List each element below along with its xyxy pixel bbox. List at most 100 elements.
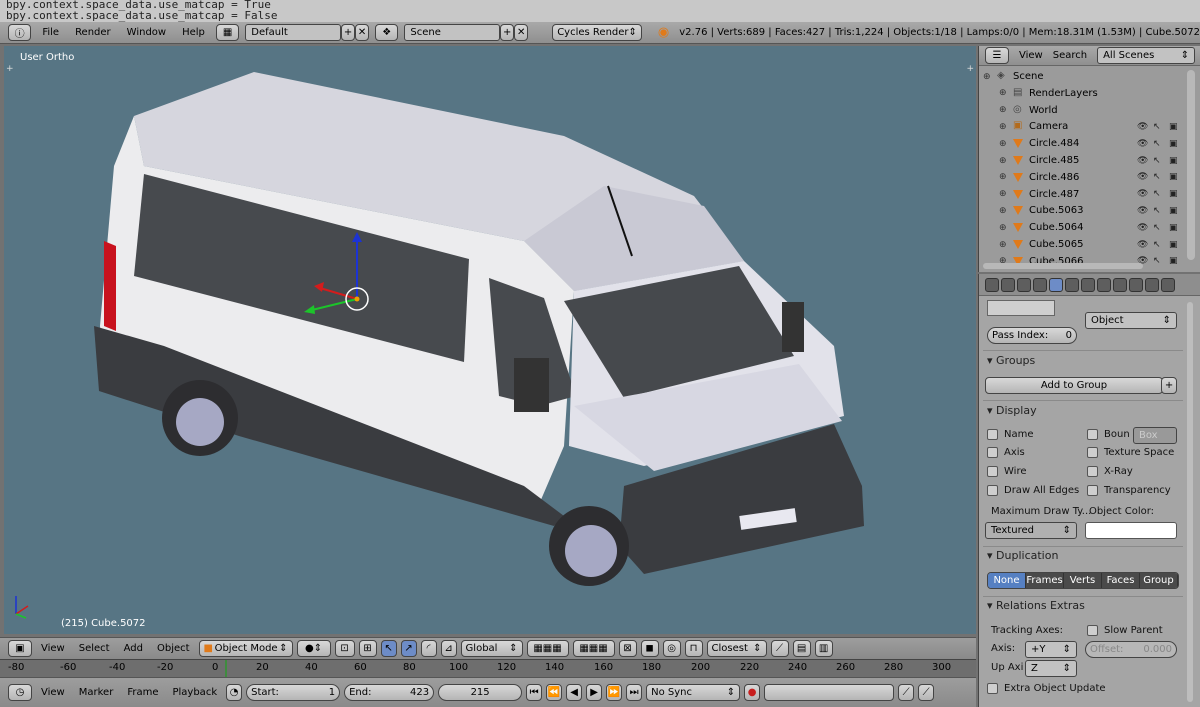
- cursor-select-icon[interactable]: ↖: [1153, 122, 1161, 132]
- duplication-panel-header[interactable]: ▾ Duplication: [987, 549, 1058, 562]
- eye-icon[interactable]: 👁: [1137, 156, 1148, 166]
- object-color-swatch[interactable]: [1085, 522, 1177, 539]
- preview-range-icon[interactable]: ◔: [226, 684, 243, 701]
- layout-remove-button[interactable]: ✕: [355, 24, 370, 41]
- render-toggle-icon[interactable]: ▣: [1169, 189, 1178, 199]
- eye-icon[interactable]: 👁: [1137, 122, 1148, 132]
- scene-icon[interactable]: ❖: [375, 24, 399, 41]
- play-button[interactable]: ▶: [586, 684, 603, 701]
- outliner-item[interactable]: ⊕ ◈ Scene: [979, 68, 1191, 85]
- cursor-select-icon[interactable]: ↖: [1153, 206, 1161, 216]
- eye-icon[interactable]: 👁: [1137, 223, 1148, 233]
- outliner-item[interactable]: ⊕ Circle.487 👁 ↖ ▣: [979, 186, 1191, 203]
- layout-field[interactable]: Default: [245, 24, 342, 41]
- menu-view[interactable]: View: [36, 687, 70, 698]
- layers-grid[interactable]: [987, 300, 1055, 316]
- track-axis-dropdown[interactable]: +Y ⇕: [1025, 641, 1077, 658]
- outliner-hscrollbar[interactable]: [983, 263, 1143, 269]
- outliner-item[interactable]: ⊕ Circle.485 👁 ↖ ▣: [979, 152, 1191, 169]
- bounds-checkbox[interactable]: Boun: [1087, 429, 1130, 440]
- expand-toggle-icon[interactable]: ⊕: [999, 172, 1007, 182]
- render-engine-dropdown[interactable]: Cycles Render ⇕: [552, 24, 642, 41]
- keyframe-delete-icon[interactable]: ⟋: [918, 684, 935, 701]
- expand-toggle-icon[interactable]: ⊕: [999, 105, 1007, 115]
- transparency-checkbox[interactable]: Transparency: [1087, 485, 1171, 496]
- menu-file[interactable]: File: [37, 27, 64, 38]
- layers-grid-2[interactable]: ▦▦▦: [572, 640, 615, 657]
- tab-object-icon[interactable]: [1049, 277, 1063, 292]
- duplication-frames-option[interactable]: Frames: [1026, 573, 1064, 588]
- render-toggle-icon[interactable]: ▣: [1169, 139, 1178, 149]
- keyframe-insert-icon[interactable]: ⟋: [898, 684, 915, 701]
- expand-toggle-icon[interactable]: ⊕: [999, 223, 1007, 233]
- outliner-item[interactable]: ⊕ Cube.5065 👁 ↖ ▣: [979, 236, 1191, 253]
- menu-view[interactable]: View: [36, 643, 70, 654]
- xray-checkbox[interactable]: X-Ray: [1087, 466, 1133, 477]
- van-model[interactable]: [4, 46, 976, 634]
- render-toggle-icon[interactable]: ▣: [1169, 156, 1178, 166]
- tab-constraints-icon[interactable]: [1065, 277, 1079, 292]
- up-axis-dropdown[interactable]: Z ⇕: [1025, 660, 1077, 677]
- translate-toggle[interactable]: ↗: [400, 640, 417, 657]
- slow-parent-checkbox[interactable]: Slow Parent: [1087, 625, 1163, 636]
- render-toggle-icon[interactable]: ▣: [1169, 240, 1178, 250]
- display-mode-dropdown[interactable]: All Scenes ⇕: [1097, 47, 1196, 64]
- expand-toggle-icon[interactable]: ⊕: [999, 122, 1007, 132]
- expand-toggle-icon[interactable]: ⊕: [983, 72, 991, 82]
- sync-dropdown[interactable]: No Sync ⇕: [646, 684, 741, 701]
- opengl-render-icon[interactable]: ▤: [792, 640, 811, 657]
- duplication-none-option[interactable]: None: [988, 573, 1026, 588]
- menu-render[interactable]: Render: [70, 27, 116, 38]
- record-button[interactable]: ●: [744, 684, 761, 701]
- outliner-scrollbar[interactable]: [1187, 70, 1195, 260]
- wire-checkbox[interactable]: Wire: [987, 466, 1027, 477]
- shading-dropdown[interactable]: ●⇕: [296, 640, 331, 657]
- tab-particles-icon[interactable]: [1145, 277, 1159, 292]
- outliner-item[interactable]: ⊕ ▣ Camera 👁 ↖ ▣: [979, 118, 1191, 135]
- pass-index-field[interactable]: Pass Index: 0: [987, 327, 1077, 344]
- expand-toggle-icon[interactable]: ⊕: [999, 88, 1007, 98]
- scene-remove-button[interactable]: ✕: [514, 24, 529, 41]
- cursor-select-icon[interactable]: ↖: [1153, 156, 1161, 166]
- relations-extras-panel-header[interactable]: ▾ Relations Extras: [987, 599, 1085, 612]
- end-frame-field[interactable]: End: 423: [344, 684, 435, 701]
- mode-dropdown[interactable]: ■ Object Mode ⇕: [198, 640, 293, 657]
- duplication-group-option[interactable]: Group: [1140, 573, 1178, 588]
- cursor-select-icon[interactable]: ↖: [1153, 172, 1161, 182]
- tab-render-icon[interactable]: [985, 277, 999, 292]
- tab-texture-icon[interactable]: [1129, 277, 1143, 292]
- cursor-select-icon[interactable]: ↖: [1153, 223, 1161, 233]
- opengl-anim-icon[interactable]: ▥: [814, 640, 833, 657]
- eye-icon[interactable]: 👁: [1137, 240, 1148, 250]
- editor-type-button[interactable]: ▣: [8, 640, 32, 657]
- max-draw-type-dropdown[interactable]: Textured ⇕: [985, 522, 1077, 539]
- tab-material-icon[interactable]: [1113, 277, 1127, 292]
- extra-object-update-checkbox[interactable]: Extra Object Update: [987, 683, 1106, 694]
- add-group-plus-button[interactable]: +: [1161, 377, 1177, 394]
- outliner-item[interactable]: ⊕ ◎ World: [979, 102, 1191, 119]
- lock-icon[interactable]: ⊠: [618, 640, 637, 657]
- cursor-select-icon[interactable]: ↖: [1153, 139, 1161, 149]
- outliner-item[interactable]: ⊕ Circle.486 👁 ↖ ▣: [979, 169, 1191, 186]
- render-toggle-icon[interactable]: ▣: [1169, 256, 1178, 264]
- snap-target-dropdown[interactable]: Closest ⇕: [706, 640, 767, 657]
- 3d-viewport[interactable]: User Ortho + + (215) Cube.5072: [4, 46, 976, 634]
- timeline-ruler[interactable]: -80 -60 -40 -20 0 20 40 60 80 100 120 14…: [0, 659, 976, 678]
- menu-search[interactable]: Search: [1053, 50, 1087, 61]
- properties-scrollbar[interactable]: [1187, 302, 1193, 702]
- start-frame-field[interactable]: Start: 1: [246, 684, 341, 701]
- info-editor-type-button[interactable]: ⓘ: [8, 24, 32, 41]
- cursor-select-icon[interactable]: ↖: [1153, 256, 1161, 264]
- layers-grid-1[interactable]: ▦▦▦: [526, 640, 569, 657]
- expand-toggle-icon[interactable]: ⊕: [999, 189, 1007, 199]
- groups-panel-header[interactable]: ▾ Groups: [987, 354, 1035, 367]
- tab-layers-icon[interactable]: [1001, 277, 1015, 292]
- rotate-toggle[interactable]: ◜: [420, 640, 437, 657]
- current-frame-field[interactable]: 215: [438, 684, 523, 701]
- snap-icon[interactable]: ⊓: [684, 640, 703, 657]
- layer-icon[interactable]: ⊞: [358, 640, 377, 657]
- jump-key-back-button[interactable]: ⏪: [546, 684, 563, 701]
- menu-help[interactable]: Help: [177, 27, 210, 38]
- editor-type-button[interactable]: ☰: [985, 47, 1009, 64]
- tab-world-icon[interactable]: [1033, 277, 1047, 292]
